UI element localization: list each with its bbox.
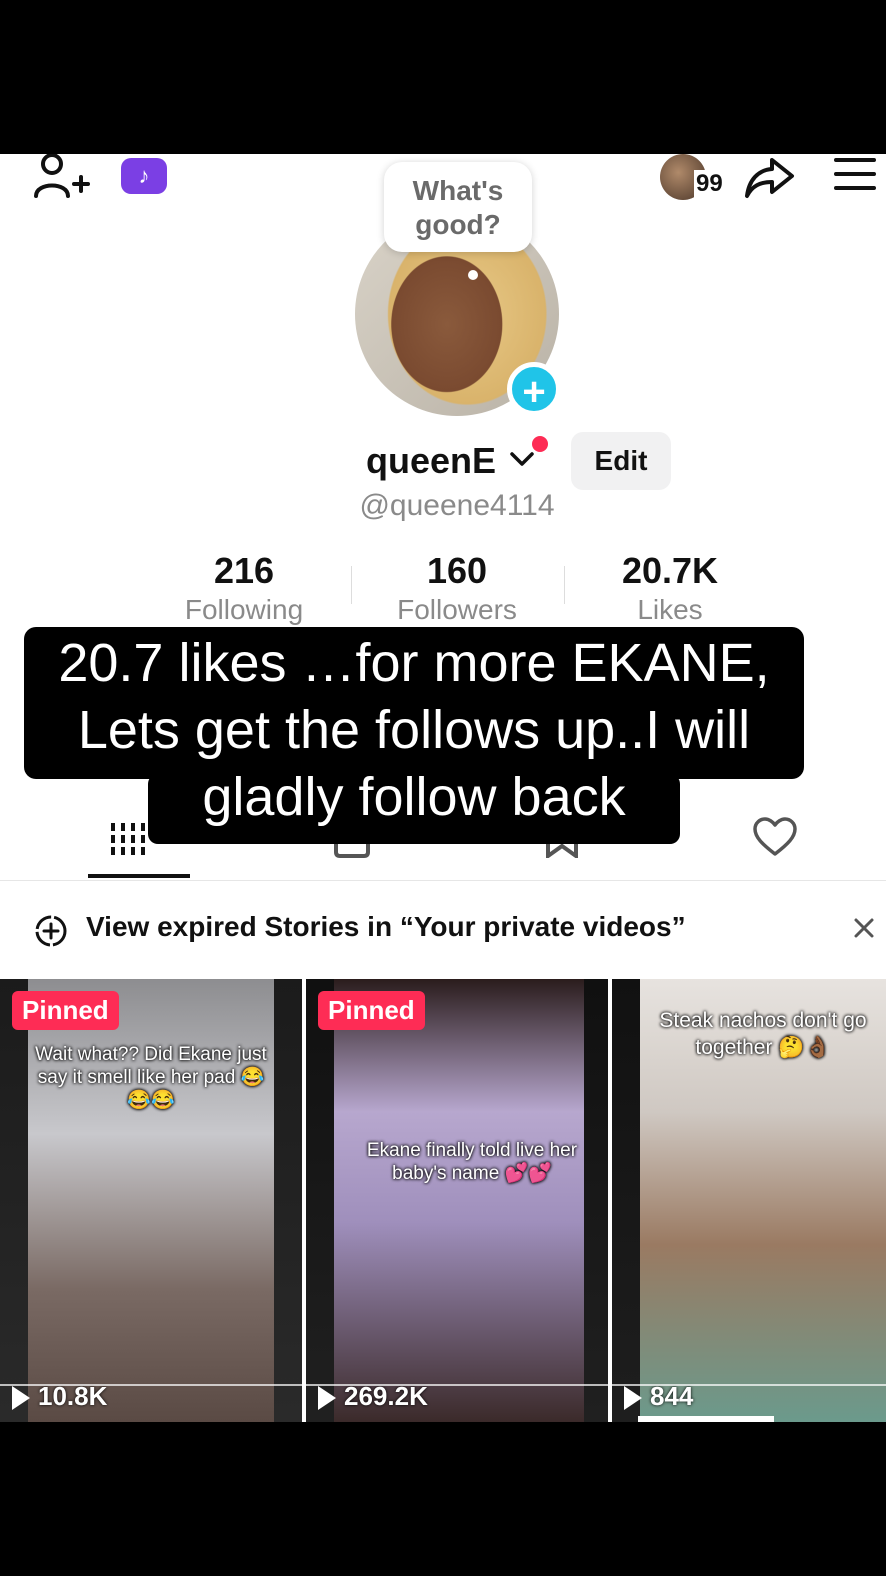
add-story-button[interactable]: + <box>507 362 561 416</box>
play-icon <box>624 1386 642 1411</box>
edit-profile-button[interactable]: Edit <box>571 432 671 490</box>
caption-line: 20.7 likes …for more EKANE, <box>58 633 770 693</box>
expired-stories-text: View expired Stories in “Your private vi… <box>86 911 686 942</box>
grid-divider <box>302 979 306 1422</box>
video-caption: 20.7 likes …for more EKANE, Lets get the… <box>24 630 804 831</box>
status-bubble[interactable]: What's good? <box>384 162 532 252</box>
video-grid: Pinned Wait what?? Did Ekane just say it… <box>0 979 886 1422</box>
menu-icon[interactable] <box>834 156 876 192</box>
notification-dot <box>532 436 548 452</box>
profile-screen: ♪ 99 What's good? + queenE Edit @queene4… <box>0 154 886 1422</box>
thumbnail-image <box>334 979 584 1422</box>
thumbnail-caption: Wait what?? Did Ekane just say it smell … <box>35 1044 267 1111</box>
video-thumbnail[interactable]: Pinned Wait what?? Did Ekane just say it… <box>0 979 302 1422</box>
status-bubble-text: What's good? <box>412 175 504 240</box>
caption-line: Lets get the follows up..I will <box>77 700 751 760</box>
tab-divider <box>0 880 886 881</box>
stat-divider <box>351 566 352 604</box>
visitor-count: 99 <box>694 170 725 198</box>
grid-hline <box>0 1384 886 1386</box>
bottom-black-bar <box>0 1422 886 1576</box>
top-black-bar <box>0 0 886 154</box>
followers-label: Followers <box>397 594 517 625</box>
add-friend-icon[interactable] <box>30 154 90 200</box>
thumbnail-caption: Ekane finally told live her baby's name … <box>366 1140 578 1184</box>
tiktok-studio-icon[interactable]: ♪ <box>121 158 167 194</box>
stat-likes[interactable]: 20.7K Likes <box>570 550 770 626</box>
status-bubble-tail <box>468 270 478 280</box>
stat-followers[interactable]: 160 Followers <box>357 550 557 626</box>
following-label: Following <box>184 594 304 625</box>
pinned-badge: Pinned <box>12 991 119 1030</box>
profile-visitors-button[interactable]: 99 <box>660 154 730 200</box>
active-tab-indicator <box>88 874 190 878</box>
user-handle: @queene4114 <box>359 489 555 522</box>
video-thumbnail[interactable]: Pinned Ekane finally told live her baby'… <box>306 979 608 1422</box>
following-count: 216 <box>213 550 275 591</box>
stat-following[interactable]: 216 Following <box>144 550 344 626</box>
grid-divider <box>608 979 612 1422</box>
likes-count: 20.7K <box>621 550 719 591</box>
thumbnail-caption: Steak nachos don't go together 🤔👌🏾 <box>659 1009 867 1059</box>
username[interactable]: queenE <box>366 440 496 482</box>
video-thumbnail[interactable]: Steak nachos don't go together 🤔👌🏾 844 <box>612 979 886 1422</box>
caption-line: gladly follow back <box>202 767 626 827</box>
close-icon[interactable] <box>850 914 878 942</box>
stat-divider <box>564 566 565 604</box>
play-icon <box>12 1386 30 1411</box>
pinned-badge: Pinned <box>318 991 425 1030</box>
chevron-down-icon[interactable] <box>508 444 536 474</box>
story-plus-icon <box>35 915 67 947</box>
followers-count: 160 <box>426 550 488 591</box>
share-icon[interactable] <box>744 154 796 200</box>
likes-label: Likes <box>637 594 703 625</box>
play-icon <box>318 1386 336 1411</box>
